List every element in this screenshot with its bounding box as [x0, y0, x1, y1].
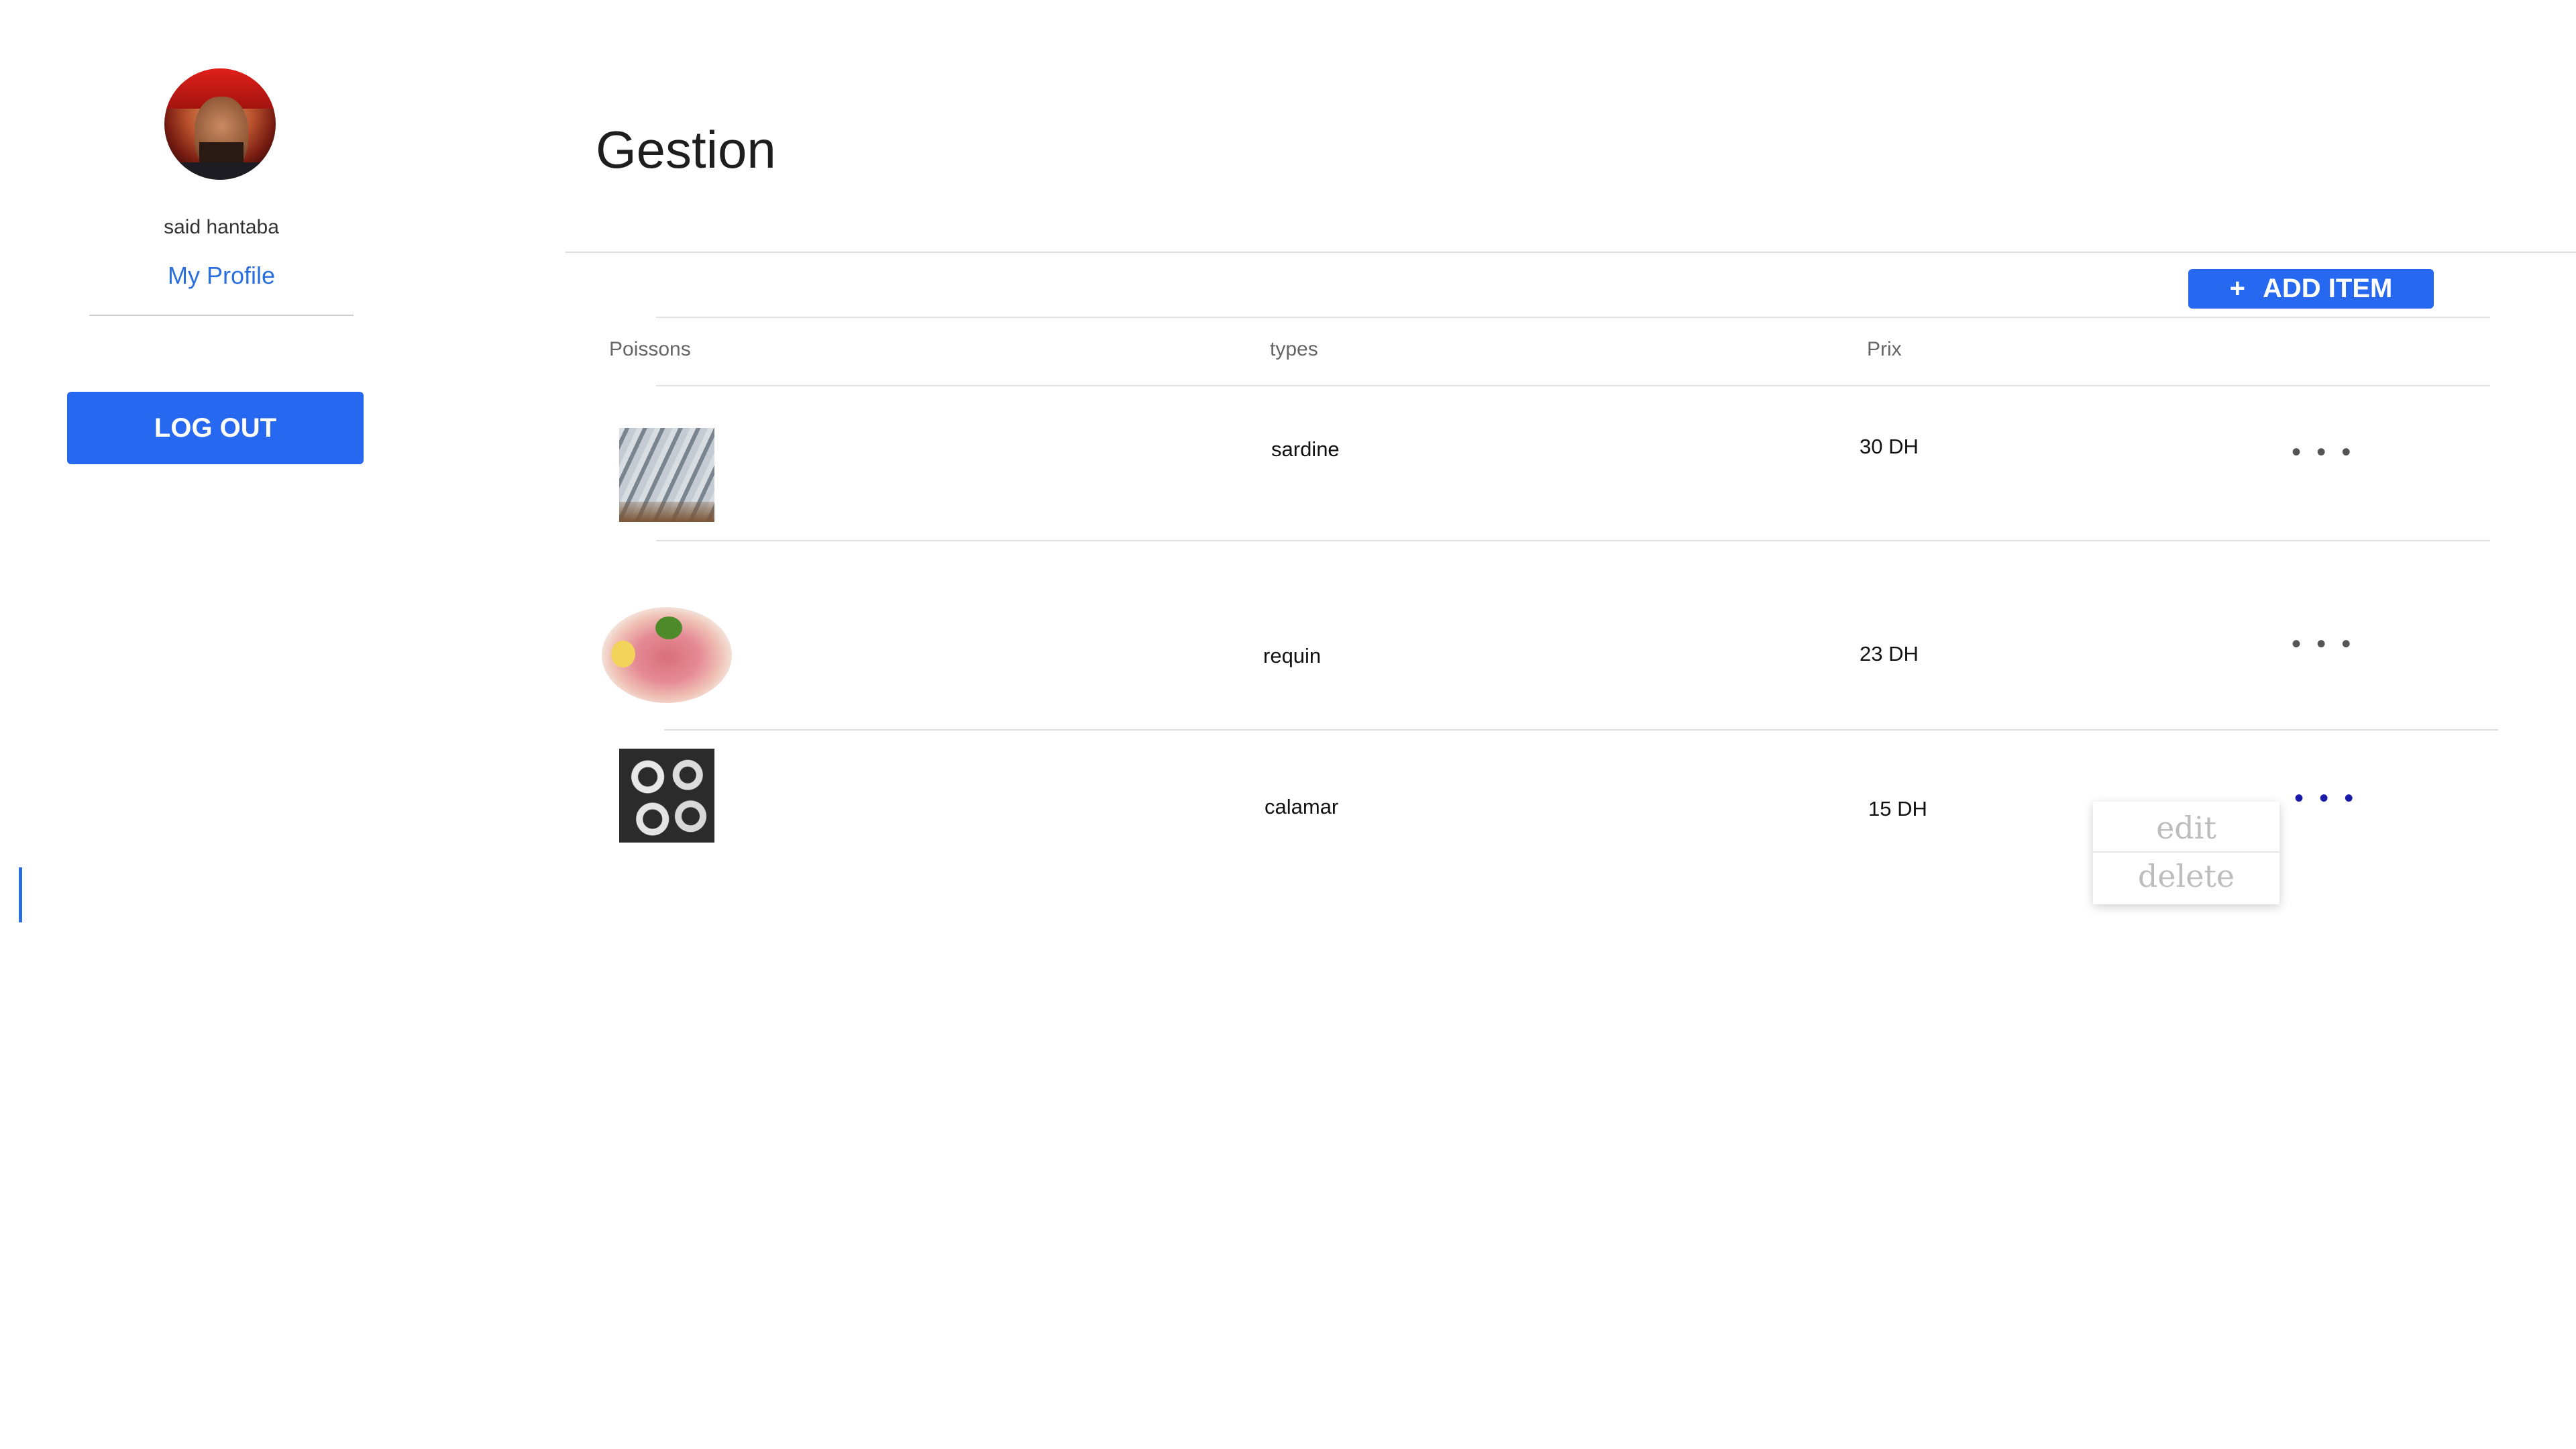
delete-menu-item[interactable]: delete [2093, 853, 2279, 900]
column-header-types: types [1270, 338, 1318, 360]
table-top-divider [656, 317, 2490, 318]
row-price: 30 DH [1860, 435, 1919, 458]
plus-icon: + [2229, 274, 2246, 303]
active-indicator [19, 867, 22, 922]
edit-menu-item[interactable]: edit [2093, 804, 2279, 851]
row-menu-icon[interactable]: • • • [2292, 439, 2355, 466]
avatar-shirt [164, 162, 276, 180]
logout-button[interactable]: LOG OUT [67, 392, 364, 464]
username: said hantaba [164, 216, 279, 238]
avatar[interactable] [164, 68, 276, 180]
page: said hantaba My Profile LOG OUT Gestion … [0, 0, 2576, 1449]
row-divider [656, 540, 2490, 541]
add-item-label: ADD ITEM [2263, 274, 2393, 303]
add-item-button[interactable]: + ADD ITEM [2188, 269, 2434, 309]
row-menu-icon[interactable]: • • • [2292, 631, 2355, 657]
page-title: Gestion [596, 120, 776, 179]
fish-image-calamar [619, 749, 714, 843]
row-type: requin [1263, 644, 1322, 667]
row-action-menu: edit delete [2093, 802, 2279, 904]
sidebar-divider [89, 315, 354, 316]
row-divider [664, 729, 2498, 731]
header-divider [566, 252, 2576, 253]
my-profile-link[interactable]: My Profile [87, 262, 356, 290]
fish-image-requin [602, 607, 732, 703]
row-price: 23 DH [1860, 642, 1919, 665]
fish-image-sardine [619, 428, 714, 522]
table-header-divider [656, 385, 2490, 386]
column-header-prix: Prix [1867, 338, 1902, 360]
row-type: sardine [1271, 437, 1340, 461]
row-type: calamar [1265, 795, 1339, 818]
row-menu-icon[interactable]: • • • [2294, 785, 2357, 812]
column-header-poissons: Poissons [609, 338, 691, 360]
row-price: 15 DH [1868, 797, 1927, 820]
